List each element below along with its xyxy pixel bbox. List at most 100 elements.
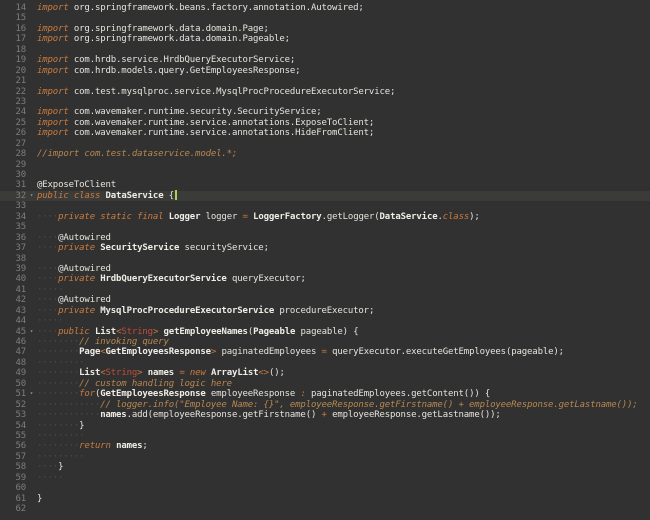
code-line[interactable]: 39····@Autowired bbox=[0, 264, 650, 274]
fold-spacer bbox=[26, 473, 37, 483]
code-text: ············// logger.info("Employee Nam… bbox=[37, 400, 638, 410]
fold-spacer bbox=[26, 97, 37, 107]
code-line[interactable]: 28//import com.test.dataservice.model.*; bbox=[0, 149, 650, 159]
code-line[interactable]: 54········} bbox=[0, 421, 650, 431]
code-line[interactable]: 34····private static final Logger logger… bbox=[0, 212, 650, 222]
code-line[interactable]: 26 import com.wavemaker.runtime.service.a… bbox=[0, 128, 650, 138]
line-number: 23 bbox=[0, 97, 26, 107]
code-line[interactable]: 44····· bbox=[0, 316, 650, 326]
code-text: ········List<String> names = new ArrayLi… bbox=[37, 368, 285, 378]
code-line[interactable]: 51▾········for(GetEmployeesResponse empl… bbox=[0, 389, 650, 399]
code-line[interactable]: 47········Page<GetEmployeesResponse> pag… bbox=[0, 347, 650, 357]
code-line[interactable]: 25import com.wavemaker.runtime.service.a… bbox=[0, 118, 650, 128]
code-line[interactable]: 40 ····private HrdbQueryExecutorService q… bbox=[0, 274, 650, 284]
code-text: ········· bbox=[37, 358, 84, 368]
code-line[interactable]: 57 ········· bbox=[0, 452, 650, 462]
code-line[interactable]: 22import com.test.mysqlproc.service.Mysq… bbox=[0, 87, 650, 97]
code-line[interactable]: 58····} bbox=[0, 462, 650, 472]
line-number: 55 bbox=[0, 431, 26, 441]
code-line[interactable]: 31@ExposeToClient bbox=[0, 180, 650, 190]
line-number: 31 bbox=[0, 180, 26, 190]
line-number: 26 bbox=[0, 128, 26, 138]
code-text: import com.wavemaker.runtime.service.ann… bbox=[37, 118, 374, 128]
fold-spacer bbox=[26, 13, 37, 23]
code-line[interactable]: 20 import com.hrdb.models.query.GetEmploy… bbox=[0, 66, 650, 76]
code-line[interactable]: 60 bbox=[0, 483, 650, 493]
code-text: ········· bbox=[37, 452, 84, 462]
line-number: 40 bbox=[0, 274, 26, 284]
code-text: ····@Autowired bbox=[37, 233, 111, 243]
code-line[interactable]: 36····@Autowired bbox=[0, 233, 650, 243]
code-line[interactable]: 16import org.springframework.data.domain… bbox=[0, 24, 650, 34]
fold-arrow-icon[interactable]: ▾ bbox=[26, 389, 37, 399]
fold-spacer bbox=[26, 170, 37, 180]
fold-spacer bbox=[26, 316, 37, 326]
line-number: 22 bbox=[0, 87, 26, 97]
code-line[interactable]: 55········· bbox=[0, 431, 650, 441]
code-editor[interactable]: 14import org.springframework.beans.facto… bbox=[0, 0, 650, 520]
code-text: import com.hrdb.models.query.GetEmployee… bbox=[37, 66, 300, 76]
line-number: 57 bbox=[0, 452, 26, 462]
code-text: ····private HrdbQueryExecutorService que… bbox=[37, 274, 306, 284]
code-line[interactable]: 35 bbox=[0, 222, 650, 232]
code-line[interactable]: 50········// custom handling logic here bbox=[0, 379, 650, 389]
fold-spacer bbox=[26, 3, 37, 13]
line-number: 21 bbox=[0, 76, 26, 86]
code-line[interactable]: 42····@Autowired bbox=[0, 295, 650, 305]
code-line-current[interactable]: 32▾public class DataService { bbox=[0, 191, 650, 201]
line-number: 37 bbox=[0, 243, 26, 253]
fold-spacer bbox=[26, 483, 37, 493]
code-line[interactable]: 18 bbox=[0, 45, 650, 55]
line-number: 41 bbox=[0, 285, 26, 295]
code-line[interactable]: 61} bbox=[0, 494, 650, 504]
code-line[interactable]: 23 bbox=[0, 97, 650, 107]
code-line[interactable]: 24import com.wavemaker.runtime.security.… bbox=[0, 107, 650, 117]
code-line[interactable]: 27 bbox=[0, 139, 650, 149]
fold-spacer bbox=[26, 212, 37, 222]
fold-spacer bbox=[26, 337, 37, 347]
code-text: ········return names; bbox=[37, 441, 148, 451]
code-text: ····@Autowired bbox=[37, 295, 111, 305]
code-line[interactable]: 19import com.hrdb.service.HrdbQueryExecu… bbox=[0, 55, 650, 65]
code-line[interactable]: 33 bbox=[0, 201, 650, 211]
fold-spacer bbox=[26, 285, 37, 295]
fold-arrow-icon[interactable]: ▾ bbox=[26, 191, 37, 201]
code-line[interactable]: 52 ············// logger.info("Employee N… bbox=[0, 400, 650, 410]
code-line[interactable]: 53············names.add(employeeResponse… bbox=[0, 410, 650, 420]
line-number: 20 bbox=[0, 66, 26, 76]
code-line[interactable]: 45▾····public List<String> getEmployeeNa… bbox=[0, 327, 650, 337]
code-line[interactable]: 21 bbox=[0, 76, 650, 86]
code-text: import com.wavemaker.runtime.service.ann… bbox=[37, 128, 374, 138]
code-line[interactable]: 43····private MysqlProcProcedureExecutor… bbox=[0, 306, 650, 316]
code-text: import org.springframework.data.domain.P… bbox=[37, 24, 269, 34]
code-line[interactable]: 30 bbox=[0, 170, 650, 180]
code-line[interactable]: 15 bbox=[0, 13, 650, 23]
code-line[interactable]: 38 bbox=[0, 254, 650, 264]
fold-spacer bbox=[26, 76, 37, 86]
line-number: 27 bbox=[0, 139, 26, 149]
code-line[interactable]: 29 bbox=[0, 160, 650, 170]
line-number: 24 bbox=[0, 107, 26, 117]
code-line[interactable]: 56········return names; bbox=[0, 441, 650, 451]
code-line[interactable]: 41····· bbox=[0, 285, 650, 295]
fold-arrow-icon[interactable]: ▾ bbox=[26, 327, 37, 337]
line-number: 18 bbox=[0, 45, 26, 55]
line-number: 49 bbox=[0, 368, 26, 378]
line-number: 51 bbox=[0, 389, 26, 399]
code-line[interactable]: 14import org.springframework.beans.facto… bbox=[0, 3, 650, 13]
line-number: 54 bbox=[0, 421, 26, 431]
fold-spacer bbox=[26, 149, 37, 159]
code-text: ····private static final Logger logger =… bbox=[37, 212, 480, 222]
code-line[interactable]: 62 bbox=[0, 504, 650, 514]
code-area[interactable]: 14import org.springframework.beans.facto… bbox=[0, 3, 650, 514]
code-text: ········Page<GetEmployeesResponse> pagin… bbox=[37, 347, 564, 357]
line-number: 52 bbox=[0, 400, 26, 410]
code-line[interactable]: 49 ········List<String> names = new Array… bbox=[0, 368, 650, 378]
code-line[interactable]: 37····private SecurityService securitySe… bbox=[0, 243, 650, 253]
code-line[interactable]: 59····· bbox=[0, 473, 650, 483]
code-line[interactable]: 46········// invoking query bbox=[0, 337, 650, 347]
code-text: ····· bbox=[37, 473, 63, 483]
code-text: ····} bbox=[37, 462, 63, 472]
code-line[interactable]: 17import org.springframework.data.domain… bbox=[0, 34, 650, 44]
code-line[interactable]: 48········· bbox=[0, 358, 650, 368]
